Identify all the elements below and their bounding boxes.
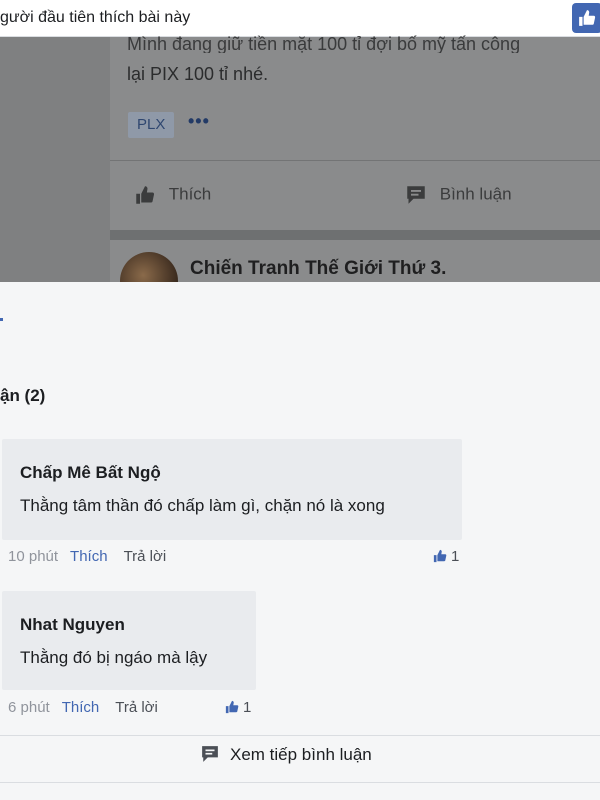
post-separator [110, 160, 600, 161]
comments-heading: ận (2) [0, 386, 46, 405]
post-like-button[interactable]: Thích [134, 184, 211, 210]
comment-time: 6 phút [8, 699, 50, 716]
comment-meta: 6 phút Thích Trả lời [8, 699, 158, 716]
divider [0, 782, 600, 783]
more-options-icon[interactable]: ••• [188, 111, 210, 132]
thumbs-up-icon [579, 10, 596, 26]
post-comment-label: Bình luận [439, 184, 512, 204]
post-divider [110, 230, 600, 240]
comment-text: Thằng đó bị ngáo mà lậy [20, 648, 208, 667]
comment-reply-button[interactable]: Trả lời [115, 699, 158, 716]
more-comments-label: Xem tiếp bình luận [230, 745, 372, 764]
post-text: Mình đang giữ tiền mặt 100 tỉ đợi bố mỹ … [127, 35, 597, 88]
stock-tag[interactable]: PLX [128, 112, 175, 138]
post-text-line-2: lại PIX 100 tỉ nhé. [127, 64, 269, 84]
comment-icon [407, 185, 425, 204]
comment-icon [202, 746, 218, 762]
reaction-count: 1 [243, 699, 252, 716]
thumbs-up-icon [433, 549, 447, 563]
comment-reaction-count[interactable]: 1 [224, 699, 251, 716]
reaction-count: 1 [451, 548, 460, 565]
next-post-author[interactable]: Chiến Tranh Thế Giới Thứ 3. [190, 258, 446, 280]
comments-panel [0, 282, 600, 800]
like-page-button[interactable] [572, 3, 600, 33]
comment-reply-button[interactable]: Trả lời [124, 548, 167, 565]
comment-reaction-count[interactable]: 1 [432, 548, 459, 565]
comment-bubble: Nhat Nguyen Thằng đó bị ngáo mà lậy [2, 591, 256, 690]
post-like-label: Thích [168, 184, 212, 204]
likers-text: gười đầu tiên thích bài này [0, 9, 191, 26]
comment-meta: 10 phút Thích Trả lời [8, 548, 166, 565]
more-comments-button[interactable]: Xem tiếp bình luận [200, 745, 372, 769]
comment-like-button[interactable]: Thích [62, 699, 100, 716]
likers-bar: gười đầu tiên thích bài này [0, 0, 600, 37]
post-text-line-1: Mình đang giữ tiền mặt 100 tỉ đợi bố mỹ … [127, 35, 521, 53]
comment-author[interactable]: Chấp Mê Bất Ngộ [20, 463, 161, 483]
panel-marker [0, 318, 3, 321]
comment-like-button[interactable]: Thích [70, 548, 108, 565]
post-comment-button[interactable]: Bình luận [405, 184, 512, 210]
comment-author[interactable]: Nhat Nguyen [20, 615, 125, 635]
comment-time: 10 phút [8, 548, 59, 565]
comment-bubble: Chấp Mê Bất Ngộ Thằng tâm thần đó chấp l… [2, 439, 462, 540]
comment-text: Thằng tâm thần đó chấp làm gì, chặn nó l… [20, 496, 385, 515]
thumbs-up-icon [136, 185, 155, 204]
thumbs-up-icon [225, 700, 239, 714]
divider [0, 735, 600, 736]
